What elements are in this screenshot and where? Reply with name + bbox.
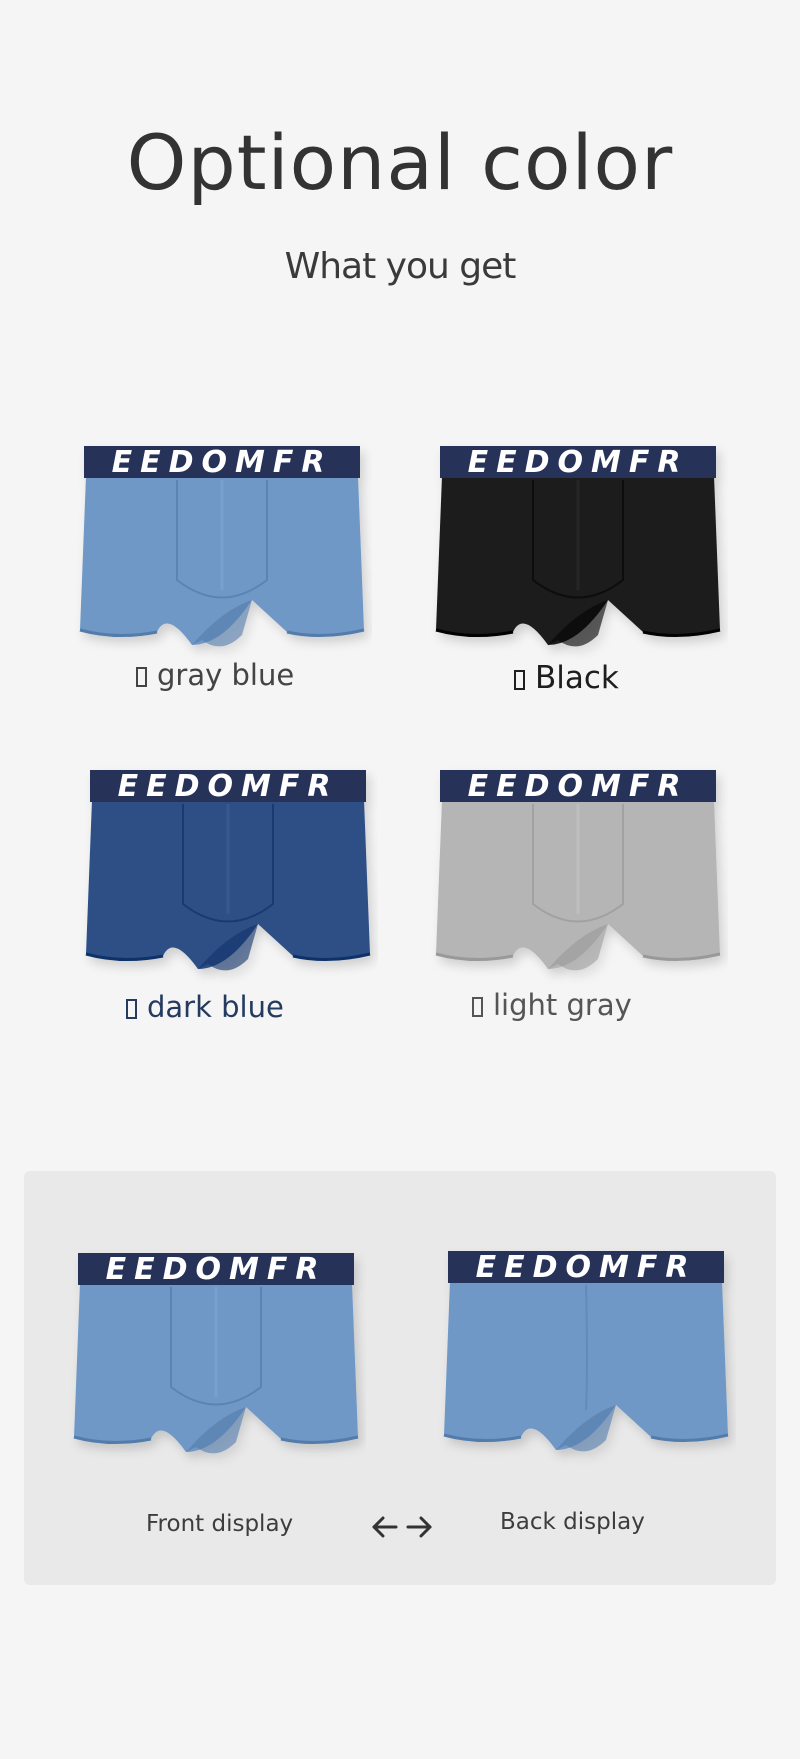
svg-text:EEDOMFR: EEDOMFR xyxy=(118,769,339,804)
product-gray-blue[interactable]: EEDOMFR xyxy=(72,440,372,660)
arrow-right-icon[interactable] xyxy=(406,1516,432,1538)
color-label-dark-blue: dark blue xyxy=(126,990,284,1024)
page-title: Optional color xyxy=(126,118,674,207)
front-display-label: Front display xyxy=(146,1511,294,1537)
glyph-box-icon xyxy=(126,999,137,1019)
front-display-image[interactable]: EEDOMFR xyxy=(66,1242,366,1472)
back-display-label: Back display xyxy=(500,1509,645,1535)
color-label-gray-blue: gray blue xyxy=(136,658,294,692)
glyph-box-icon xyxy=(136,667,147,687)
product-dark-blue[interactable]: EEDOMFR xyxy=(78,764,378,984)
product-light-gray[interactable]: EEDOMFR xyxy=(428,764,728,984)
color-label-light-gray: light gray xyxy=(472,988,632,1022)
color-label-black: Black xyxy=(514,660,619,696)
svg-text:EEDOMFR: EEDOMFR xyxy=(476,1250,697,1285)
display-arrows xyxy=(368,1510,436,1544)
product-black[interactable]: EEDOMFR xyxy=(428,440,728,660)
glyph-box-icon xyxy=(472,997,483,1017)
svg-text:EEDOMFR: EEDOMFR xyxy=(468,769,689,804)
page-subtitle: What you get xyxy=(284,246,517,287)
svg-text:EEDOMFR: EEDOMFR xyxy=(468,445,689,480)
back-display-image[interactable]: EEDOMFR xyxy=(436,1240,736,1470)
svg-text:EEDOMFR: EEDOMFR xyxy=(106,1252,327,1287)
svg-text:EEDOMFR: EEDOMFR xyxy=(112,445,333,480)
arrow-left-icon[interactable] xyxy=(372,1516,398,1538)
glyph-box-icon xyxy=(514,670,525,690)
